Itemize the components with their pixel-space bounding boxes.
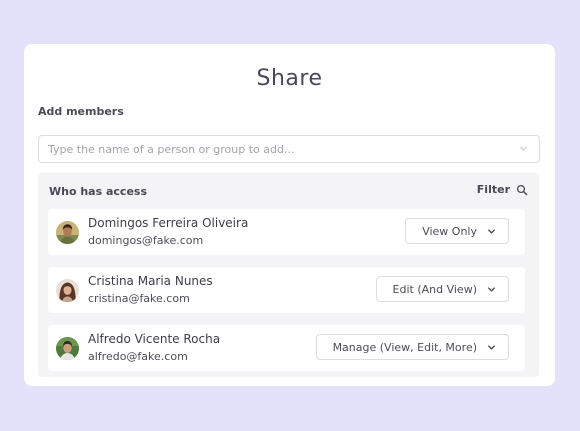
who-has-access-panel: Who has access Filter Domingos Ferreira … [38,173,539,377]
role-select-value: View Only [422,224,477,238]
search-icon[interactable] [516,184,528,196]
role-select[interactable]: Edit (And View) [375,276,509,302]
member-email: cristina@fake.com [88,292,190,305]
avatar [56,279,79,302]
avatar [56,337,79,360]
member-search-input[interactable] [48,136,508,162]
chevron-down-icon [488,228,495,234]
role-select[interactable]: View Only [405,218,509,244]
share-dialog: Share Add members Who has access Filter [24,44,555,386]
member-name: Domingos Ferreira Oliveira [88,216,249,230]
member-row: Alfredo Vicente Rocha alfredo@fake.com M… [48,325,525,371]
chevron-down-icon[interactable] [519,144,528,153]
member-search-field[interactable] [38,135,540,163]
chevron-down-icon [488,286,495,292]
member-email: domingos@fake.com [88,234,204,247]
role-select-value: Manage (View, Edit, More) [332,340,477,354]
who-has-access-title: Who has access [49,185,148,198]
filter-label: Filter [476,183,510,196]
add-members-label: Add members [38,105,124,118]
role-select[interactable]: Manage (View, Edit, More) [315,334,509,360]
member-row: Cristina Maria Nunes cristina@fake.com E… [48,267,525,313]
member-name: Cristina Maria Nunes [88,274,213,288]
member-email: alfredo@fake.com [88,350,188,363]
chevron-down-icon [488,344,495,350]
role-select-value: Edit (And View) [392,282,477,296]
member-row: Domingos Ferreira Oliveira domingos@fake… [48,209,525,255]
avatar [56,221,79,244]
dialog-title: Share [256,66,323,91]
member-name: Alfredo Vicente Rocha [88,332,221,346]
filter-button[interactable]: Filter [477,183,528,196]
